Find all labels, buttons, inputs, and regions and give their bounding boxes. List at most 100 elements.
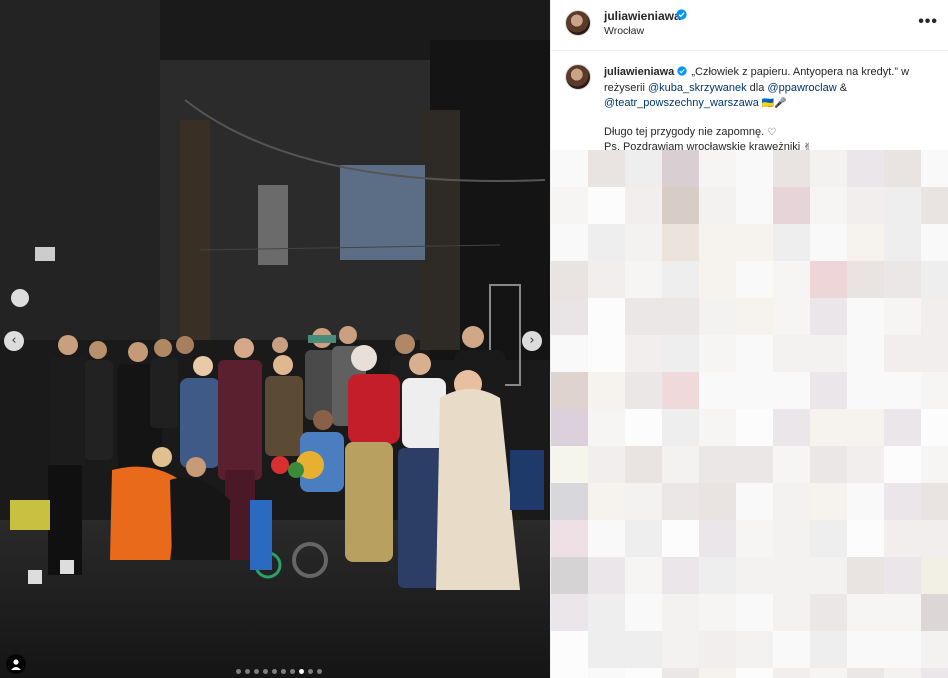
pixel-cell [921, 150, 948, 187]
caption-text: juliawieniawa „Człowiek z papieru. Antyo… [604, 65, 934, 156]
mention-kuba[interactable]: @kuba_skrzywanek [648, 82, 747, 94]
pixel-cell [736, 557, 773, 594]
pixel-cell [884, 409, 921, 446]
pixel-cell [884, 668, 921, 678]
carousel-dot [245, 669, 250, 674]
carousel-dot [281, 669, 286, 674]
pixel-cell [736, 224, 773, 261]
carousel-dot [308, 669, 313, 674]
pixel-cell [662, 261, 699, 298]
pixel-cell [847, 150, 884, 187]
pixel-cell [884, 150, 921, 187]
pixel-cell [625, 298, 662, 335]
post-side-panel: juliawieniawa Wrocław ••• juliawieniawa … [550, 0, 948, 678]
pixel-cell [847, 224, 884, 261]
pixel-cell [588, 668, 625, 678]
pixel-cell [773, 224, 810, 261]
pixel-cell [588, 594, 625, 631]
pixel-cell [662, 557, 699, 594]
pixel-cell [699, 224, 736, 261]
pixel-cell [921, 446, 948, 483]
pixel-cell [736, 409, 773, 446]
group-photo [0, 0, 550, 678]
blurred-comments [551, 150, 948, 678]
pixel-cell [884, 594, 921, 631]
pixel-cell [810, 631, 847, 668]
pixel-cell [847, 261, 884, 298]
pixel-cell [773, 372, 810, 409]
avatar[interactable] [565, 64, 591, 90]
pixel-cell [773, 520, 810, 557]
pixel-cell [699, 631, 736, 668]
pixel-cell [699, 298, 736, 335]
pixel-cell [847, 187, 884, 224]
pixel-cell [699, 668, 736, 678]
pixel-cell [736, 668, 773, 678]
pixel-cell [847, 335, 884, 372]
pixel-cell [810, 483, 847, 520]
pixel-cell [773, 446, 810, 483]
pixel-cell [884, 483, 921, 520]
pixel-cell [884, 446, 921, 483]
pixel-cell [810, 668, 847, 678]
pixel-cell [884, 335, 921, 372]
pixel-cell [810, 150, 847, 187]
caption-line-1b: dla [746, 81, 768, 94]
pixel-cell [662, 594, 699, 631]
pixel-cell [551, 298, 588, 335]
chevron-right-icon[interactable]: › [522, 331, 542, 351]
more-horizontal-icon[interactable]: ••• [918, 13, 938, 31]
pixel-cell [884, 631, 921, 668]
carousel-dot [236, 669, 241, 674]
caption-username[interactable]: juliawieniawa [604, 66, 674, 78]
pixel-cell [810, 520, 847, 557]
pixel-cell [921, 224, 948, 261]
pixel-cell [662, 483, 699, 520]
carousel-dot [254, 669, 259, 674]
pixel-cell [625, 335, 662, 372]
pixel-cell [662, 150, 699, 187]
pixel-cell [699, 150, 736, 187]
pixel-cell [625, 372, 662, 409]
pixel-cell [625, 520, 662, 557]
pixel-cell [810, 446, 847, 483]
user-tag-icon[interactable] [6, 654, 26, 674]
pixel-cell [699, 483, 736, 520]
pixel-cell [921, 335, 948, 372]
pixel-cell [625, 483, 662, 520]
pixel-cell [551, 557, 588, 594]
pixel-cell [662, 335, 699, 372]
pixel-cell [810, 594, 847, 631]
heart-icon: ♡ [767, 126, 777, 138]
pixel-cell [884, 187, 921, 224]
pixel-cell [921, 187, 948, 224]
pixel-cell [921, 520, 948, 557]
pixel-cell [699, 520, 736, 557]
pixel-cell [736, 631, 773, 668]
pixel-cell [699, 446, 736, 483]
mention-ppawroclaw[interactable]: @ppawroclaw [767, 82, 836, 94]
pixel-cell [847, 594, 884, 631]
pixel-cell [625, 668, 662, 678]
pixel-cell [847, 520, 884, 557]
carousel-dots [236, 669, 322, 674]
username-link[interactable]: juliawieniawa [604, 9, 681, 23]
mention-teatr[interactable]: @teatr_powszechny_warszawa [604, 97, 759, 109]
post-media[interactable]: ‹ › [0, 0, 550, 678]
verified-badge-icon [676, 9, 687, 20]
pixel-cell [847, 483, 884, 520]
pixel-cell [810, 187, 847, 224]
avatar[interactable] [565, 10, 591, 36]
location-link[interactable]: Wrocław [604, 25, 644, 37]
pixel-cell [588, 224, 625, 261]
pixel-cell [847, 631, 884, 668]
pixel-cell [921, 409, 948, 446]
pixel-cell [551, 409, 588, 446]
chevron-left-icon[interactable]: ‹ [4, 331, 24, 351]
pixel-cell [810, 409, 847, 446]
carousel-dot [317, 669, 322, 674]
pixel-cell [662, 298, 699, 335]
pixel-cell [921, 557, 948, 594]
pixel-cell [588, 520, 625, 557]
pixel-cell [773, 557, 810, 594]
